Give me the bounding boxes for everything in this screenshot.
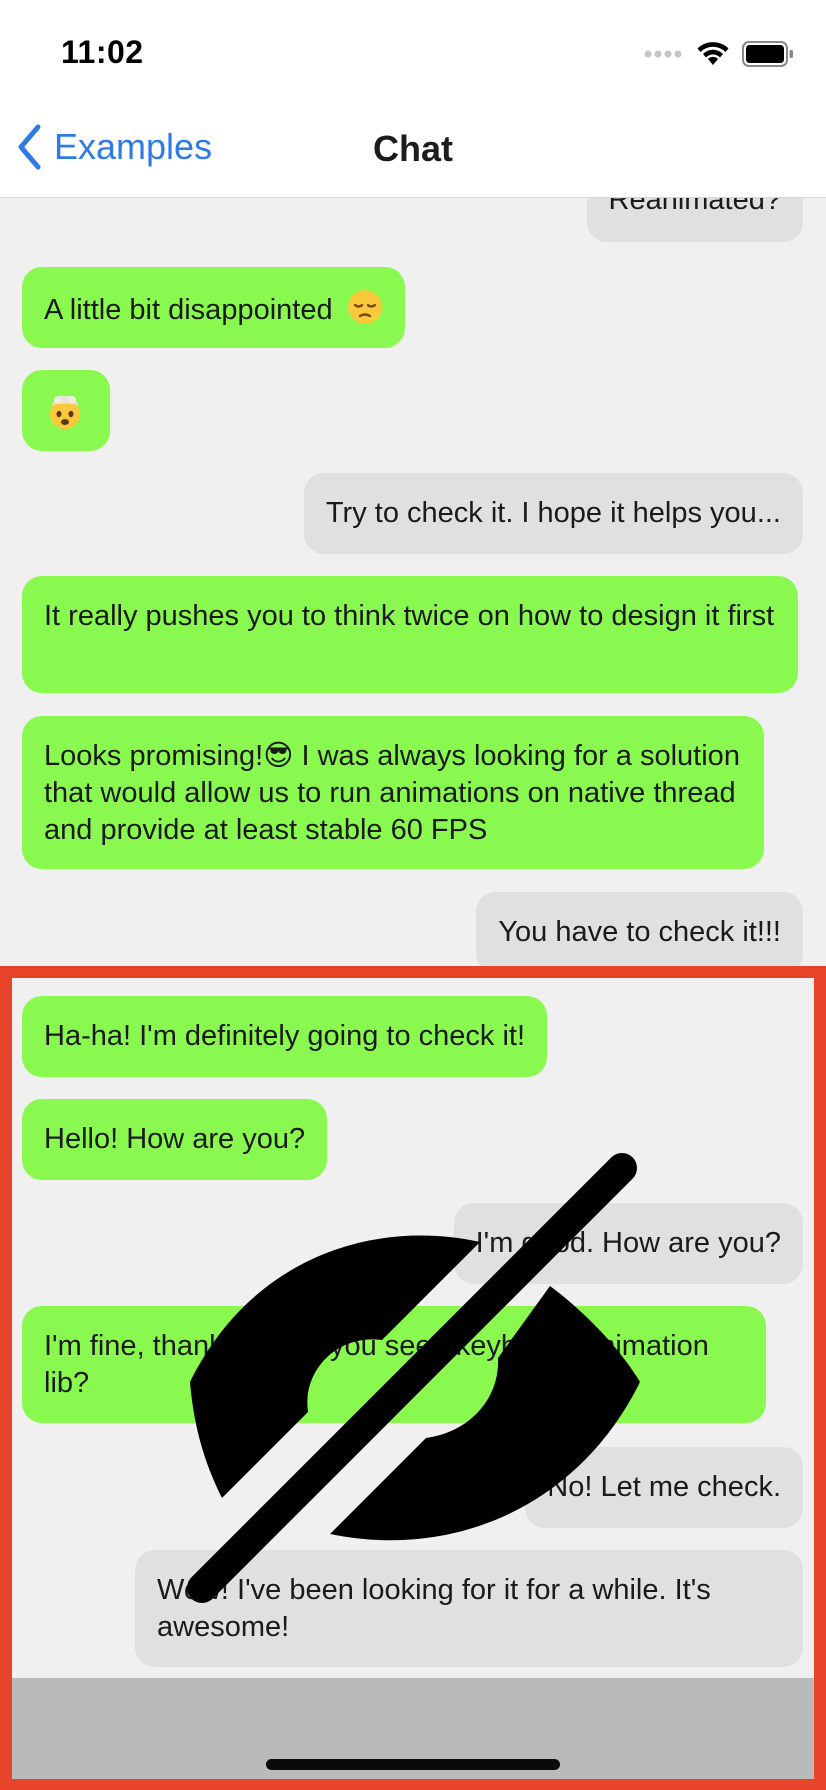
message-text: Ha-ha! I'm definitely going to check it! (44, 1020, 526, 1052)
message-text: Looks promising!😎 I was always looking f… (44, 740, 740, 846)
message-list[interactable]: Reanimated? A little bit disappointed Tr… (0, 198, 826, 1678)
exploding-head-icon (50, 395, 80, 429)
message-bubble: Try to check it. I hope it helps you... (303, 473, 803, 554)
pensive-face-icon (347, 290, 382, 324)
cellular-signal-icon (644, 50, 682, 58)
message-bubble (22, 370, 110, 451)
message-bubble: Ha-ha! I'm definitely going to check it! (22, 996, 548, 1077)
message-text: You have to check it!!! (498, 916, 781, 948)
status-time: 11:02 (61, 34, 144, 70)
message-bubble: No! Let me check. (525, 1447, 803, 1528)
message-text: I'm good. How are you? (475, 1227, 781, 1259)
battery-icon (742, 41, 793, 67)
message-bubble: I'm good. How are you? (453, 1203, 803, 1284)
message-text: I'm fine, thanks! Have you seen keyboard… (44, 1330, 709, 1399)
home-indicator[interactable] (266, 1759, 560, 1770)
message-text: No! Let me check. (547, 1471, 781, 1503)
message-text: Reanimated? (608, 198, 782, 216)
message-text: Wow! I've been looking for it for a whil… (157, 1574, 711, 1643)
status-bar: 11:02 (0, 0, 826, 100)
message-bubble: Looks promising!😎 I was always looking f… (22, 716, 764, 869)
status-icons (644, 40, 794, 68)
message-text: Hello! How are you? (44, 1123, 306, 1155)
wifi-icon (697, 42, 729, 65)
message-bubble: Wow! I've been looking for it for a whil… (135, 1550, 803, 1667)
keyboard-area (0, 1678, 826, 1790)
message-bubble: A little bit disappointed (22, 267, 405, 348)
message-text: A little bit disappointed (44, 294, 333, 326)
navigation-bar: Examples Chat (0, 100, 826, 198)
message-bubble: You have to check it!!! (476, 892, 803, 973)
message-text: It really pushes you to think twice on h… (44, 600, 775, 632)
chat-screen: 11:02 Examples Chat Reanimated? A little… (0, 0, 826, 1790)
page-title: Chat (373, 128, 453, 169)
message-bubble: It really pushes you to think twice on h… (22, 576, 798, 693)
message-bubble: I'm fine, thanks! Have you seen keyboard… (22, 1306, 766, 1423)
message-text: Try to check it. I hope it helps you... (325, 497, 781, 529)
message-bubble: Hello! How are you? (22, 1099, 328, 1180)
message-bubble: Reanimated? (586, 198, 803, 242)
